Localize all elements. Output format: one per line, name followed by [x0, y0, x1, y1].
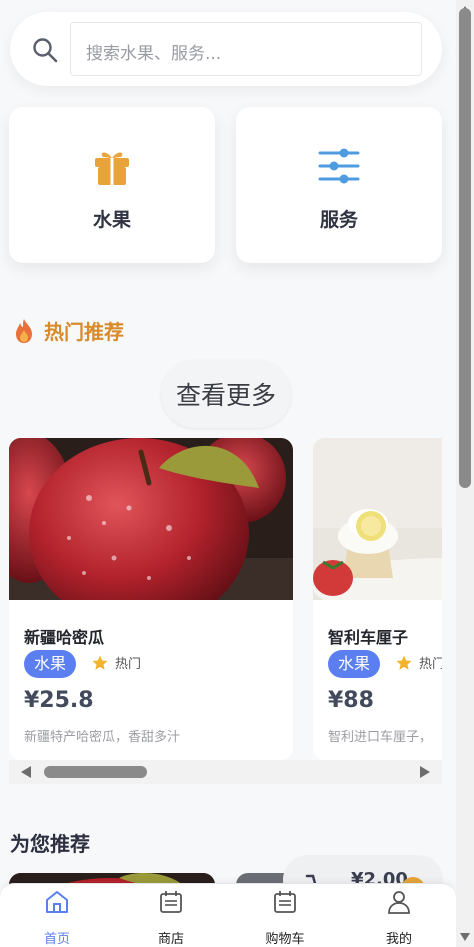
hot-section-label: 热门推荐	[44, 320, 124, 344]
category-fruit-label: 水果	[92, 209, 131, 231]
gift-icon	[95, 152, 129, 185]
product-image-apple	[9, 438, 293, 600]
product-price: ¥88	[328, 688, 374, 713]
nav-store[interactable]: 商店	[114, 884, 228, 947]
calendar-icon	[160, 891, 182, 913]
product-card[interactable]: 新疆哈密瓜 水果 热门 ¥25.8 新疆特产哈密瓜，香甜多汁	[9, 438, 293, 760]
scrollbar-thumb[interactable]	[44, 766, 147, 778]
hot-label: 热门	[115, 657, 142, 672]
hot-products-carousel[interactable]: 新疆哈密瓜 水果 热门 ¥25.8 新疆特产哈密瓜，香甜多汁 智利车厘子 水果 …	[9, 438, 442, 760]
product-name: 新疆哈密瓜	[24, 628, 105, 647]
hot-label: 热门	[419, 657, 442, 672]
product-description: 智利进口车厘子，	[328, 730, 433, 745]
nav-home[interactable]: 首页	[0, 884, 114, 947]
product-tag: 水果	[328, 650, 381, 678]
hot-badge: 热门	[395, 653, 442, 672]
search-input[interactable]: 搜索水果、服务...	[70, 22, 422, 76]
hot-badge: 热门	[91, 653, 141, 672]
product-tag: 水果	[24, 650, 77, 678]
category-fruit[interactable]: 水果	[9, 107, 215, 263]
scroll-down-arrow-icon[interactable]	[460, 933, 470, 941]
star-icon	[92, 655, 108, 670]
product-image-dessert	[313, 438, 442, 600]
scroll-left-arrow-icon[interactable]	[21, 766, 31, 778]
calendar-icon	[274, 891, 296, 913]
recommend-section-title: 为您推荐	[10, 832, 90, 856]
category-service[interactable]: 服务	[236, 107, 442, 263]
star-icon	[396, 655, 412, 670]
search-placeholder: 搜索水果、服务...	[86, 44, 222, 64]
sliders-icon	[318, 148, 360, 184]
search-bar[interactable]: 搜索水果、服务...	[10, 12, 442, 86]
product-price: ¥25.8	[24, 688, 94, 713]
nav-profile-label: 我的	[385, 932, 412, 947]
search-icon[interactable]	[32, 37, 58, 63]
page-scrollbar-thumb[interactable]	[459, 8, 471, 488]
product-name: 智利车厘子	[328, 628, 409, 647]
view-more-button[interactable]: 查看更多	[161, 360, 291, 428]
nav-cart-label: 购物车	[265, 932, 305, 947]
nav-home-label: 首页	[43, 932, 70, 947]
carousel-scrollbar[interactable]	[9, 760, 442, 784]
user-icon	[388, 891, 410, 914]
product-description: 新疆特产哈密瓜，香甜多汁	[24, 730, 181, 745]
fire-icon	[16, 318, 32, 343]
nav-store-label: 商店	[157, 932, 184, 947]
category-service-label: 服务	[319, 209, 358, 231]
scroll-right-arrow-icon[interactable]	[420, 766, 430, 778]
hot-section-title: 热门推荐	[14, 316, 124, 345]
home-page: 搜索水果、服务... 水果 服务 热门推荐 查看更多 新疆哈密瓜 水果 热门 ¥…	[0, 0, 456, 947]
home-icon	[46, 891, 68, 913]
nav-profile[interactable]: 我的	[342, 884, 456, 947]
product-card[interactable]: 智利车厘子 水果 热门 ¥88 智利进口车厘子，	[313, 438, 442, 760]
bottom-nav: 首页 商店 购物车 我的	[0, 883, 456, 947]
page-scrollbar[interactable]	[456, 0, 474, 947]
nav-cart[interactable]: 购物车	[228, 884, 342, 947]
